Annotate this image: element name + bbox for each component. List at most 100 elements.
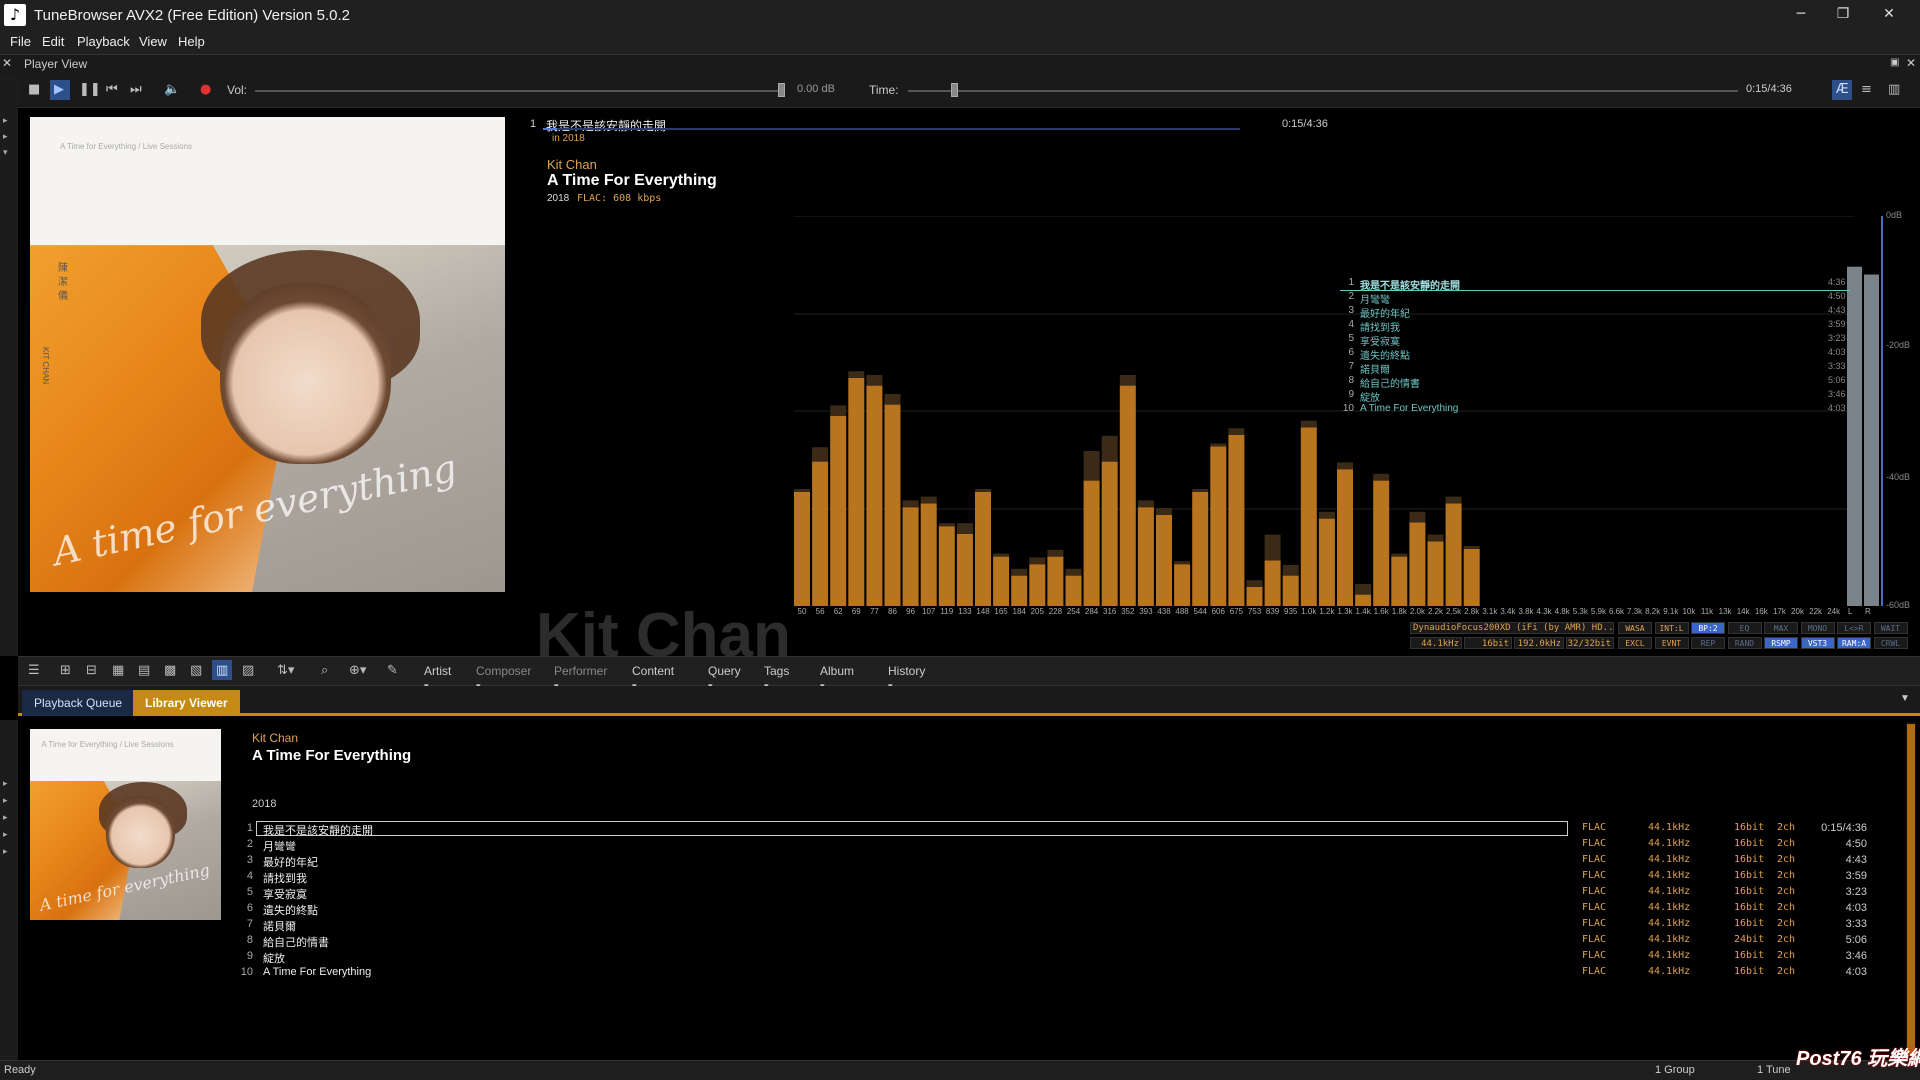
previous-button[interactable]: ⏮ xyxy=(106,82,118,97)
time-value: 0:15/4:36 xyxy=(1746,83,1792,95)
lib-track-time: 4:03 xyxy=(1845,902,1867,914)
tab-library-viewer[interactable]: Library Viewer xyxy=(133,690,240,716)
status-badge[interactable]: L<>R xyxy=(1837,622,1871,634)
record-icon[interactable]: ● xyxy=(200,82,211,97)
overlay-track-row[interactable]: 5 享受寂寞 3:23 xyxy=(1340,333,1850,348)
overlay-track-row[interactable]: 1 我是不是該安靜的走開 4:36 xyxy=(1340,277,1850,292)
overlay-track-row[interactable]: 8 給自己的情書 5:06 xyxy=(1340,375,1850,390)
seek-slider-thumb[interactable] xyxy=(951,83,958,97)
lyrics-button[interactable]: Æ xyxy=(1836,82,1849,97)
detail-view-icon[interactable]: ▧ xyxy=(190,663,202,678)
tile-view-icon[interactable]: ▩ xyxy=(164,663,176,678)
menu-help[interactable]: Help xyxy=(178,34,205,49)
spectrum-freq-label: 228 xyxy=(1048,607,1063,616)
expand-icon[interactable]: ⊞ xyxy=(60,663,71,678)
pause-button[interactable]: ❚❚ xyxy=(79,82,101,97)
lib-artist[interactable]: Kit Chan xyxy=(252,731,298,745)
lib-track-row[interactable]: 1 我是不是該安靜的走開 FLAC 44.1kHz 16bit 2ch 0:15/4:36 xyxy=(240,821,1890,837)
lib-track-channels: 2ch xyxy=(1777,966,1796,977)
list-view-button[interactable]: ≡ xyxy=(1861,82,1872,97)
lib-track-row[interactable]: 10 A Time For Everything FLAC 44.1kHz 16bit 2… xyxy=(240,965,1890,981)
menu-playback[interactable]: Playback xyxy=(77,34,130,49)
overlay-track-row[interactable]: 3 最好的年紀 4:43 xyxy=(1340,305,1850,320)
spectrum-bar xyxy=(830,416,847,606)
restore-button[interactable]: ❐ xyxy=(1820,0,1866,30)
stop-button[interactable]: ■ xyxy=(28,82,40,97)
menu-file[interactable]: File xyxy=(10,34,31,49)
dock-arrow-icons[interactable]: ▸ ▸ ▾ xyxy=(3,112,8,160)
spectrum-peak xyxy=(812,447,829,462)
lib-track-row[interactable]: 4 請找到我 FLAC 44.1kHz 16bit 2ch 3:59 xyxy=(240,869,1890,885)
menu-view[interactable]: View xyxy=(139,34,167,49)
album-cover-large[interactable]: A Time for Everything / Live Sessions 陳潔… xyxy=(30,117,505,592)
play-button[interactable]: ▶ xyxy=(54,82,64,97)
album-cover-small[interactable]: A Time for Everything / Live Sessions A … xyxy=(30,729,221,920)
status-badge[interactable]: EQ xyxy=(1727,622,1762,634)
lib-track-row[interactable]: 7 諾貝爾 FLAC 44.1kHz 16bit 2ch 3:33 xyxy=(240,917,1890,933)
seek-slider-track[interactable] xyxy=(908,90,1738,92)
spectrum-peak xyxy=(975,489,991,492)
grid-view-icon[interactable]: ▦ xyxy=(112,663,124,678)
close-pane-icon[interactable]: ✕ xyxy=(2,56,12,70)
lib-track-row[interactable]: 6 遺失的終點 FLAC 44.1kHz 16bit 2ch 4:03 xyxy=(240,901,1890,917)
status-badge[interactable]: WAIT xyxy=(1873,622,1908,634)
status-badge[interactable]: RSMP xyxy=(1764,637,1798,649)
lib-track-row[interactable]: 9 綻放 FLAC 44.1kHz 16bit 2ch 3:46 xyxy=(240,949,1890,965)
list-view-icon[interactable]: ▤ xyxy=(138,663,150,678)
volume-slider-thumb[interactable] xyxy=(778,83,785,97)
lib-track-row[interactable]: 8 給自己的情書 FLAC 44.1kHz 24bit 2ch 5:06 xyxy=(240,933,1890,949)
status-badge[interactable]: VST3 xyxy=(1800,637,1835,649)
lib-track-time: 3:46 xyxy=(1845,950,1867,962)
sort-icon[interactable]: ⇅▾ xyxy=(277,663,294,678)
collapse-icon[interactable]: ⊟ xyxy=(86,663,97,678)
cover-vertical-en: KIT CHAN xyxy=(41,347,50,385)
lib-track-row[interactable]: 3 最好的年紀 FLAC 44.1kHz 16bit 2ch 4:43 xyxy=(240,853,1890,869)
overlay-track-row[interactable]: 10 A Time For Everything 4:03 xyxy=(1340,403,1850,417)
next-button[interactable]: ⏭ xyxy=(130,82,142,97)
pin-icon[interactable]: ▣ xyxy=(1890,57,1899,68)
lib-track-row[interactable]: 2 月彎彎 FLAC 44.1kHz 16bit 2ch 4:50 xyxy=(240,837,1890,853)
overlay-track-row[interactable]: 2 月彎彎 4:50 xyxy=(1340,291,1850,306)
overlay-track-row[interactable]: 7 諾貝爾 3:33 xyxy=(1340,361,1850,376)
player-view-header xyxy=(0,54,1920,74)
menu-edit[interactable]: Edit xyxy=(42,34,64,49)
spectrum-freq-label: 935 xyxy=(1284,607,1298,616)
overlay-track-row[interactable]: 9 綻放 3:46 xyxy=(1340,389,1850,404)
search-icon[interactable]: ⌕ xyxy=(321,663,328,678)
spectrum-bar xyxy=(1083,480,1100,606)
lib-album[interactable]: A Time For Everything xyxy=(252,747,411,764)
spectrum-peak xyxy=(1282,565,1299,576)
sidebar-toggle-icon[interactable]: ☰ xyxy=(28,663,40,678)
spectrum-peak xyxy=(1264,534,1281,561)
minimize-button[interactable]: ─ xyxy=(1778,0,1824,30)
zoom-icon[interactable]: ⊕▾ xyxy=(349,663,366,678)
status-badge[interactable]: EVNT xyxy=(1654,637,1689,649)
spectrum-view-button[interactable]: ▥ xyxy=(1888,82,1900,97)
status-badge[interactable]: EXCL xyxy=(1618,637,1652,649)
status-badge[interactable]: RAND xyxy=(1727,637,1762,649)
lib-track-channels: 2ch xyxy=(1777,950,1796,961)
close-player-view-icon[interactable]: ✕ xyxy=(1906,56,1916,70)
overlay-track-row[interactable]: 6 遺失的終點 4:03 xyxy=(1340,347,1850,362)
status-badge[interactable]: MAX xyxy=(1764,622,1798,634)
status-badge[interactable]: REP xyxy=(1691,637,1725,649)
status-badge[interactable]: BP:2 xyxy=(1691,622,1725,634)
album-view-icon[interactable]: ▥ xyxy=(216,663,228,678)
spectrum-freq-label: 438 xyxy=(1157,607,1171,616)
status-badge[interactable]: WASA xyxy=(1618,622,1652,634)
volume-slider-track[interactable] xyxy=(255,90,785,92)
dock-arrow-icons-lower[interactable]: ▸ ▸ ▸ ▸ ▸ xyxy=(3,775,8,860)
mute-icon[interactable]: 🔈 xyxy=(164,82,180,97)
lib-track-row[interactable]: 5 享受寂寞 FLAC 44.1kHz 16bit 2ch 3:23 xyxy=(240,885,1890,901)
status-badge[interactable]: INT:L xyxy=(1654,622,1689,634)
status-badge[interactable]: CRWL xyxy=(1873,637,1908,649)
tag-edit-icon[interactable]: ✎ xyxy=(387,663,398,678)
tab-menu-chevron-icon[interactable]: ▼ xyxy=(1900,693,1910,704)
status-badge[interactable]: RAM:A xyxy=(1837,637,1871,649)
close-button[interactable]: ✕ xyxy=(1866,0,1912,30)
compact-view-icon[interactable]: ▨ xyxy=(242,663,254,678)
library-scrollbar-thumb[interactable] xyxy=(1907,724,1915,1056)
status-badge[interactable]: MONO xyxy=(1800,622,1835,634)
overlay-track-row[interactable]: 4 請找到我 3:59 xyxy=(1340,319,1850,334)
tab-playback-queue[interactable]: Playback Queue xyxy=(22,690,135,716)
